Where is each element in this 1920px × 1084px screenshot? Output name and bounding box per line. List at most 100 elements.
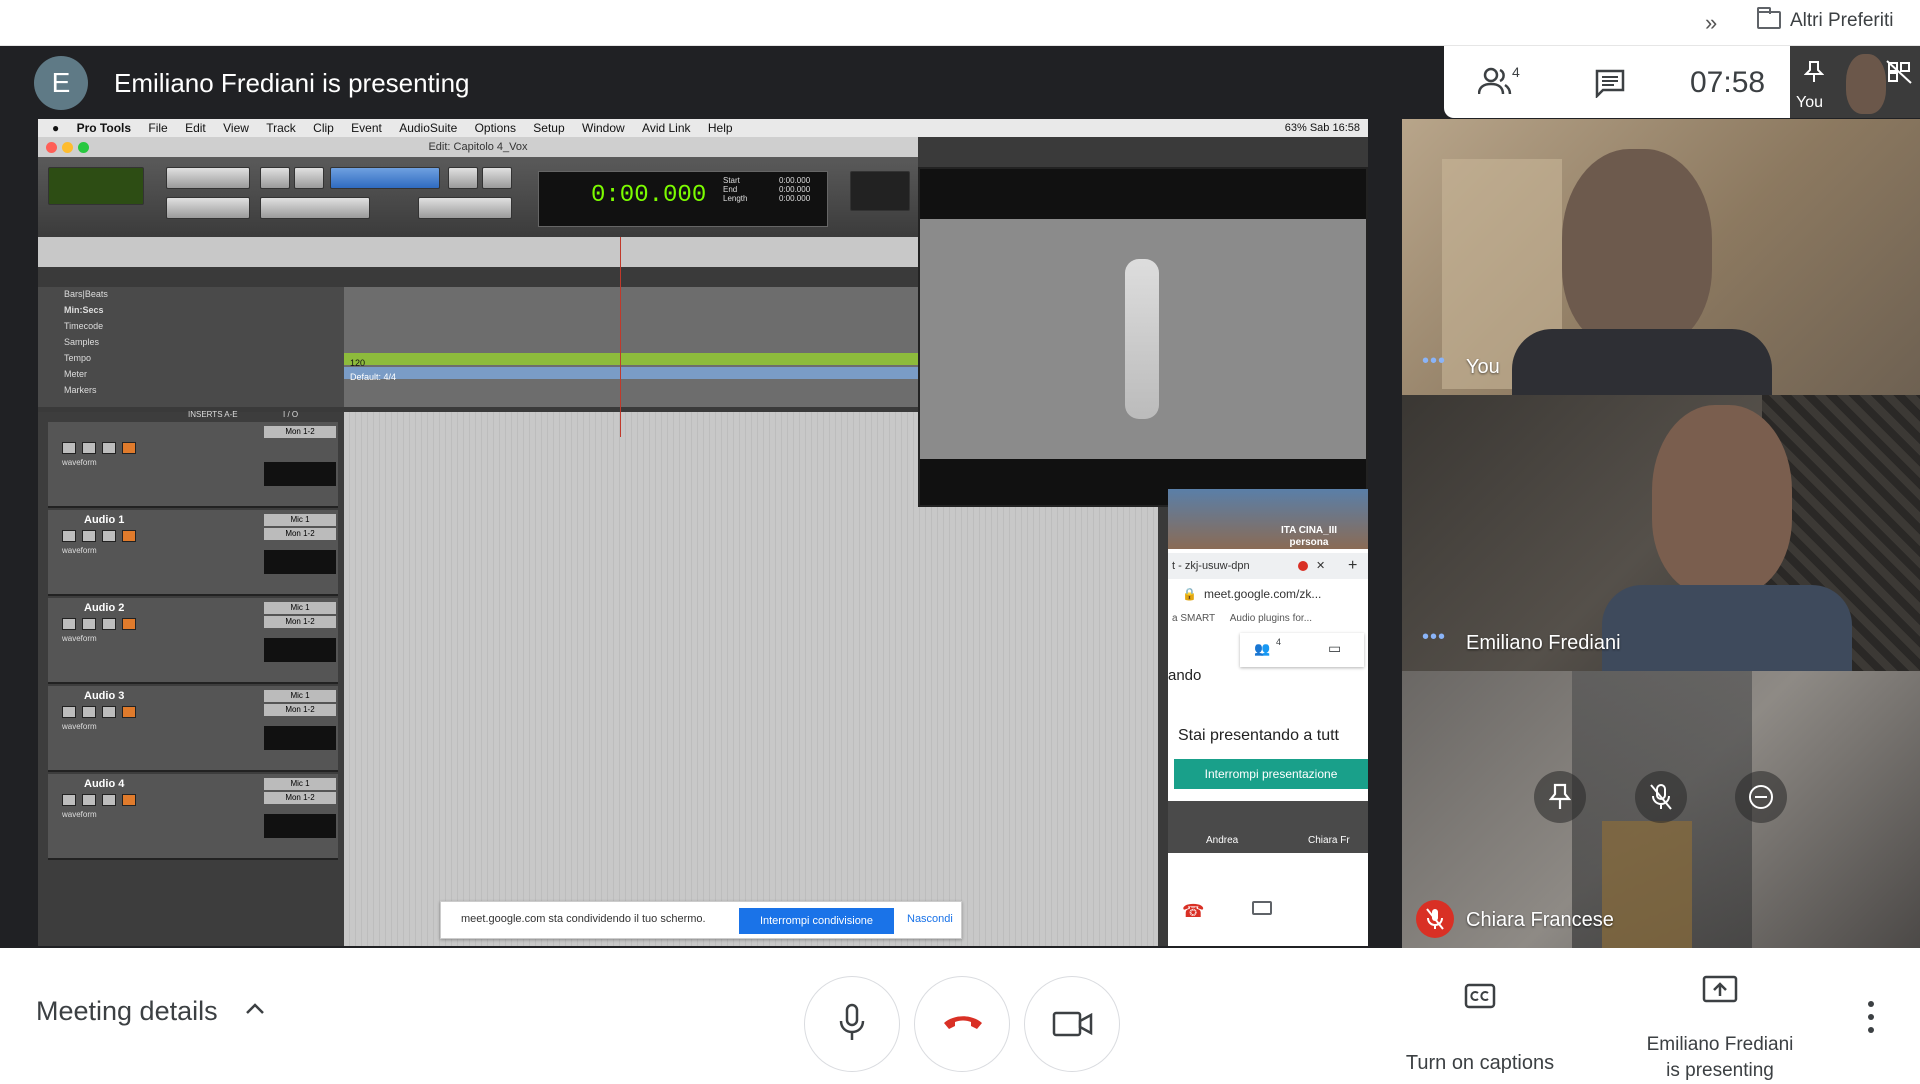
mini-meet-window[interactable]: ITA CINA_III persona t - zkj-usuw-dpn ✕ … <box>1168 489 1368 946</box>
stop-presenting-button[interactable]: Interrompi presentazione <box>1174 759 1368 789</box>
solo-button[interactable] <box>102 706 116 718</box>
track-view[interactable]: waveform <box>62 634 97 643</box>
zoom-buttons[interactable] <box>166 167 250 189</box>
zoom-window-button[interactable] <box>78 142 89 153</box>
camera-button[interactable] <box>1024 976 1120 1072</box>
solo-button[interactable] <box>102 618 116 630</box>
stop-sharing-button[interactable]: Interrompi condivisione <box>739 908 894 934</box>
bookmarks-overflow-button[interactable]: » <box>1705 10 1717 36</box>
remove-participant-button[interactable] <box>1735 771 1787 823</box>
mute-button[interactable] <box>122 794 136 806</box>
mute-button[interactable] <box>122 618 136 630</box>
solo-button[interactable] <box>102 442 116 454</box>
track-name[interactable]: Audio 4 <box>84 778 124 790</box>
input-selector[interactable]: Mic 1 <box>264 514 336 526</box>
close-tab-icon[interactable]: ✕ <box>1316 553 1325 579</box>
chevron-up-icon[interactable] <box>243 997 267 1021</box>
zoom-presets[interactable] <box>166 197 250 219</box>
folder-icon[interactable] <box>1757 7 1781 29</box>
tempo-ruler[interactable]: 120 <box>344 353 918 368</box>
people-button[interactable]: 4 <box>1444 46 1554 118</box>
people-icon[interactable]: 👥 <box>1254 641 1270 657</box>
track-name[interactable]: Audio 2 <box>84 602 124 614</box>
track-name[interactable]: Audio 3 <box>84 690 124 702</box>
more-options-dots-icon[interactable]: ••• <box>1422 626 1446 649</box>
more-vert-icon[interactable] <box>1866 1000 1876 1034</box>
video-window[interactable] <box>918 167 1368 507</box>
hide-notification-button[interactable]: Nascondi <box>907 913 953 925</box>
track-row[interactable]: Audio 2 waveform Mic 1 Mon 1-2 <box>48 598 338 684</box>
pin-participant-button[interactable] <box>1534 771 1586 823</box>
output-selector[interactable]: Mon 1-2 <box>264 426 336 438</box>
edit-scroll-area[interactable] <box>38 237 918 267</box>
track-row[interactable]: Audio 4 waveform Mic 1 Mon 1-2 <box>48 774 338 860</box>
more-options-dots-icon[interactable]: ••• <box>1422 350 1446 373</box>
input-selector[interactable]: Mic 1 <box>264 602 336 614</box>
output-selector[interactable]: Mon 1-2 <box>264 616 336 628</box>
zoomer-tool[interactable] <box>260 167 290 189</box>
menu-item[interactable]: View <box>223 119 249 137</box>
input-button[interactable] <box>82 706 96 718</box>
meeting-details-button[interactable]: Meeting details <box>36 996 218 1027</box>
record-button[interactable] <box>62 530 76 542</box>
record-button[interactable] <box>62 794 76 806</box>
menu-item[interactable]: Help <box>708 119 733 137</box>
timeline-rulers[interactable] <box>344 287 918 407</box>
self-view-thumbnail[interactable]: You <box>1790 46 1920 118</box>
turn-on-captions-button[interactable]: Turn on captions <box>1390 976 1570 1074</box>
mute-participant-button[interactable] <box>1635 771 1687 823</box>
edit-mode-buttons[interactable] <box>48 167 144 205</box>
record-button[interactable] <box>62 442 76 454</box>
link-buttons[interactable] <box>418 197 512 219</box>
input-button[interactable] <box>82 442 96 454</box>
input-selector[interactable]: Mic 1 <box>264 690 336 702</box>
menu-item[interactable]: Options <box>475 119 516 137</box>
participant-tile-you[interactable]: ••• You <box>1402 119 1920 395</box>
track-row[interactable]: Audio 3 waveform Mic 1 Mon 1-2 <box>48 686 338 772</box>
participant-tile-emiliano[interactable]: ••• Emiliano Frediani <box>1402 395 1920 671</box>
track-name[interactable]: Audio 1 <box>84 514 124 526</box>
input-button[interactable] <box>82 618 96 630</box>
output-selector[interactable]: Mon 1-2 <box>264 792 336 804</box>
mini-address-bar[interactable]: 🔒 meet.google.com/zk... <box>1168 581 1368 607</box>
input-button[interactable] <box>82 530 96 542</box>
minimize-window-button[interactable] <box>62 142 73 153</box>
record-button[interactable] <box>62 618 76 630</box>
apple-icon[interactable]: ● <box>52 119 59 137</box>
menu-item[interactable]: Clip <box>313 119 334 137</box>
track-row[interactable]: Audio 1 waveform Mic 1 Mon 1-2 <box>48 510 338 596</box>
menu-item[interactable]: Event <box>351 119 382 137</box>
mute-button[interactable] <box>122 442 136 454</box>
meter-ruler[interactable]: Default: 4/4 <box>344 367 918 382</box>
track-view[interactable]: waveform <box>62 546 97 555</box>
menu-item[interactable]: AudioSuite <box>399 119 457 137</box>
menu-item[interactable]: Track <box>266 119 296 137</box>
participant-tile-chiara[interactable]: Chiara Francese <box>1402 671 1920 948</box>
menu-item[interactable]: Avid Link <box>642 119 690 137</box>
scrubber-tool[interactable] <box>448 167 478 189</box>
input-selector[interactable]: Mic 1 <box>264 778 336 790</box>
pencil-icon[interactable] <box>482 167 512 189</box>
track-view[interactable]: waveform <box>62 458 97 467</box>
menu-item[interactable]: Pro Tools <box>77 119 131 137</box>
new-tab-icon[interactable]: + <box>1348 553 1357 579</box>
grid-off-icon[interactable] <box>1886 60 1912 84</box>
main-counter[interactable]: 0:00.000 Start End Length 0:00.000 0:00.… <box>538 171 828 227</box>
mute-button[interactable] <box>122 706 136 718</box>
search-icon[interactable] <box>294 167 324 189</box>
hang-up-button[interactable] <box>914 976 1010 1072</box>
output-selector[interactable]: Mon 1-2 <box>264 528 336 540</box>
menu-item[interactable]: Setup <box>533 119 564 137</box>
presenting-status-button[interactable]: Emiliano Frediani is presenting <box>1600 968 1840 1081</box>
menu-item[interactable]: File <box>148 119 167 137</box>
solo-button[interactable] <box>102 794 116 806</box>
shared-screen[interactable]: ● Pro Tools File Edit View Track Clip Ev… <box>38 119 1368 946</box>
menu-item[interactable]: Window <box>582 119 625 137</box>
solo-button[interactable] <box>102 530 116 542</box>
mini-bookmark[interactable]: Audio plugins for... <box>1230 613 1312 624</box>
camera-icon[interactable] <box>1252 901 1272 915</box>
track-view[interactable]: waveform <box>62 722 97 731</box>
grid-buttons[interactable] <box>260 197 370 219</box>
track-row[interactable]: waveform Mon 1-2 <box>48 422 338 508</box>
microphone-button[interactable] <box>804 976 900 1072</box>
